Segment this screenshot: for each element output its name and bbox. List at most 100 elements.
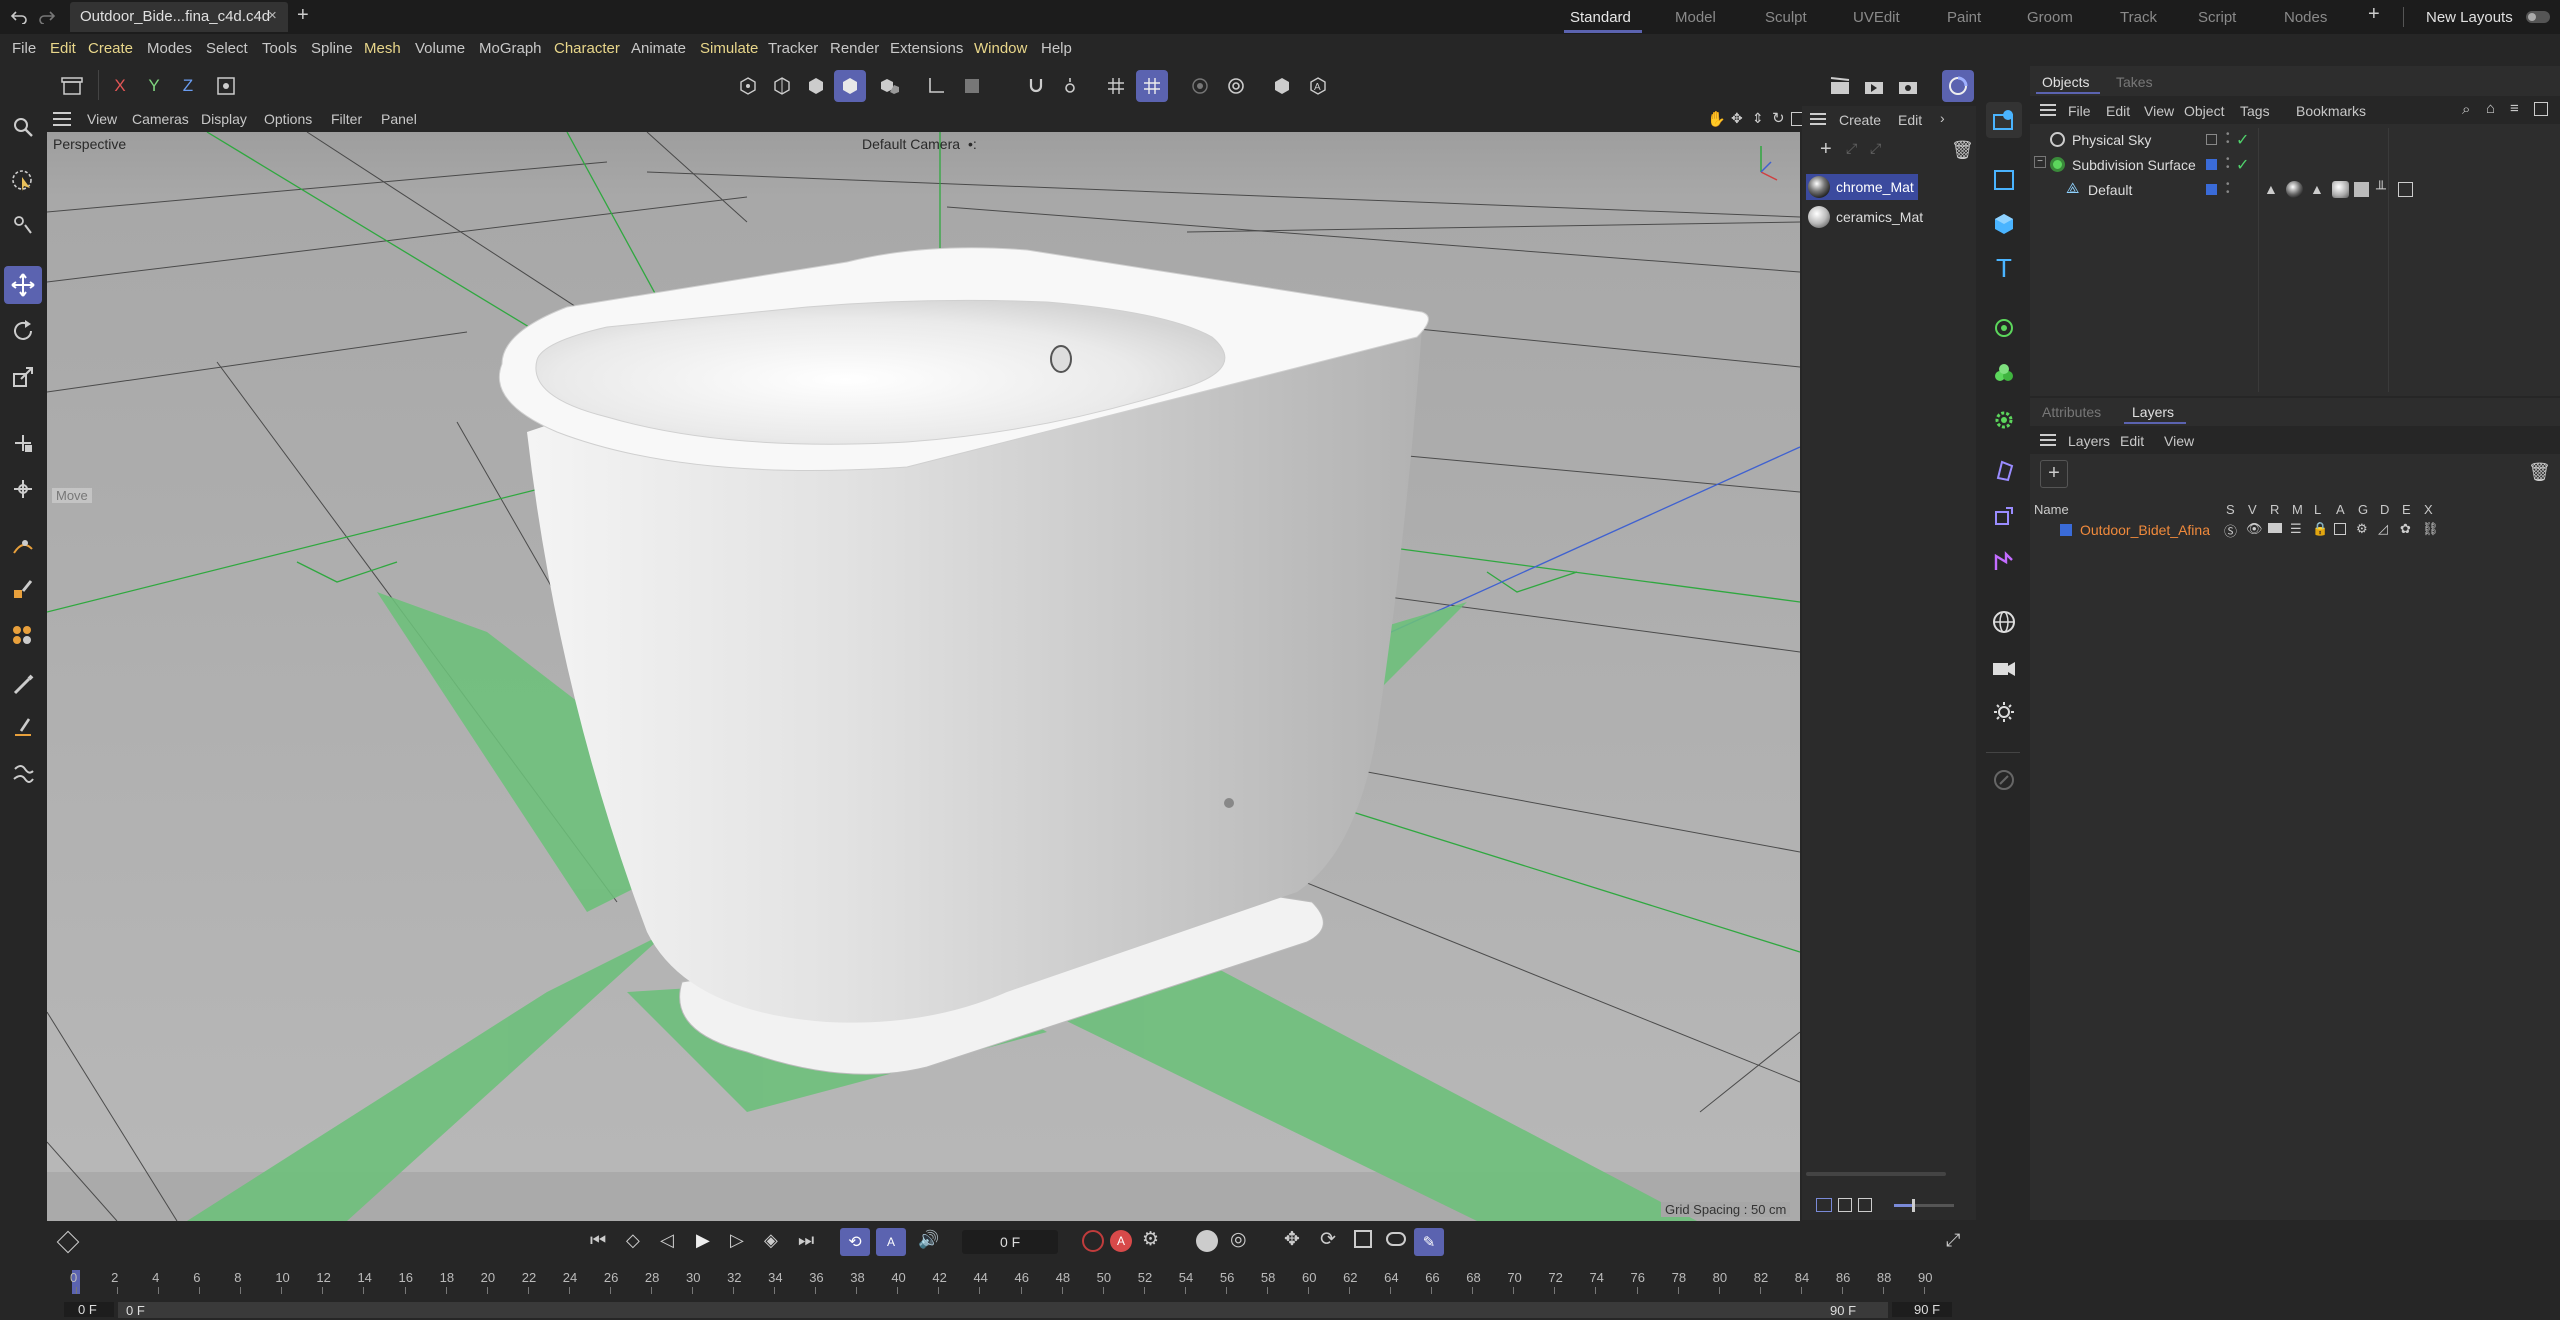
- material-scrollbar[interactable]: [1806, 1172, 1946, 1176]
- layout-tab-uvedit[interactable]: UVEdit: [1853, 9, 1900, 26]
- go-to-start-icon[interactable]: ⏮: [590, 1230, 606, 1251]
- delete-icon[interactable]: 🗑: [1951, 140, 1974, 161]
- model-mode-icon[interactable]: [834, 70, 866, 102]
- material-item-ceramics[interactable]: ceramics_Mat: [1806, 204, 1923, 230]
- text-object-icon[interactable]: T: [1986, 250, 2022, 286]
- snap-icon[interactable]: [1020, 70, 1052, 102]
- uvw-tag-icon[interactable]: ▲: [2310, 181, 2324, 197]
- object-mode-icon[interactable]: [874, 70, 906, 102]
- new-layouts-label[interactable]: New Layouts: [2426, 9, 2513, 26]
- redo-icon[interactable]: [36, 6, 58, 28]
- menu-file[interactable]: File: [12, 40, 36, 57]
- edge-tag-icon[interactable]: ╨: [2376, 180, 2386, 196]
- paint-brush-icon[interactable]: [4, 666, 42, 704]
- rotate-view-icon[interactable]: ↻: [1772, 109, 1785, 127]
- x-axis-toggle[interactable]: X: [104, 70, 136, 102]
- document-tab[interactable]: Outdoor_Bide...fina_c4d.c4d ×: [70, 2, 288, 32]
- menu-mesh[interactable]: Mesh: [364, 40, 401, 57]
- solo-layer-icon[interactable]: Ⓢ: [2224, 521, 2237, 540]
- coordinate-system-icon[interactable]: [210, 70, 242, 102]
- object-menu-bookmarks[interactable]: Bookmarks: [2296, 103, 2366, 119]
- object-menu-file[interactable]: File: [2068, 103, 2091, 119]
- range-slider[interactable]: 0 F 90 F: [118, 1302, 1888, 1318]
- tab-takes[interactable]: Takes: [2116, 74, 2153, 90]
- list-view-icon[interactable]: [1816, 1198, 1832, 1212]
- previous-key-icon[interactable]: ◇: [626, 1230, 640, 1251]
- collapse-arrow-icon[interactable]: −: [2034, 156, 2046, 168]
- layout-tab-paint[interactable]: Paint: [1947, 9, 1981, 26]
- loop-icon[interactable]: ⟲: [840, 1228, 870, 1256]
- layout-tab-track[interactable]: Track: [2120, 9, 2157, 26]
- manager-layer-icon[interactable]: ☰: [2290, 521, 2302, 537]
- visibility-dots[interactable]: • •: [2226, 155, 2230, 173]
- deformer-icon[interactable]: [1986, 452, 2022, 488]
- selection-tag-icon[interactable]: [2354, 182, 2369, 197]
- transform-tool-icon[interactable]: [4, 424, 42, 462]
- material-hamburger-icon[interactable]: [1810, 113, 1826, 125]
- viewport-menu-panel[interactable]: Panel: [381, 111, 417, 127]
- enabled-check-icon[interactable]: ✓: [2236, 130, 2249, 150]
- layout-tab-sculpt[interactable]: Sculpt: [1765, 9, 1807, 26]
- viewport-projection-label[interactable]: Perspective: [53, 136, 126, 152]
- viewport-menu-filter[interactable]: Filter: [331, 111, 362, 127]
- tweak-tool-icon[interactable]: [4, 206, 42, 244]
- next-key-icon[interactable]: ◈: [764, 1230, 778, 1251]
- viewport-camera-label[interactable]: Default Camera •:: [862, 136, 977, 152]
- z-axis-toggle[interactable]: Z: [172, 70, 204, 102]
- symmetry-icon[interactable]: [1220, 70, 1252, 102]
- menu-create[interactable]: Create: [88, 40, 133, 57]
- menu-extensions[interactable]: Extensions: [890, 40, 963, 57]
- menu-simulate[interactable]: Simulate: [700, 40, 758, 57]
- add-layout-icon[interactable]: +: [2368, 3, 2380, 26]
- spline-object-icon[interactable]: [1986, 498, 2022, 534]
- key-scale-icon[interactable]: [1354, 1230, 1372, 1248]
- expression-layer-icon[interactable]: ✿: [2400, 521, 2411, 537]
- render-view-button-icon[interactable]: [1858, 70, 1890, 102]
- menu-tracker[interactable]: Tracker: [768, 40, 818, 57]
- object-row-default[interactable]: ⟁ Default • • ▲ ▲ ╨: [2030, 178, 2560, 202]
- new-layouts-toggle[interactable]: [2526, 11, 2550, 23]
- large-view-icon[interactable]: [1858, 1198, 1872, 1212]
- record-off-icon[interactable]: [1082, 1230, 1104, 1252]
- key-pla-icon[interactable]: ✎: [1414, 1228, 1444, 1256]
- scale-tool-icon[interactable]: [4, 358, 42, 396]
- move-tool-icon[interactable]: [4, 266, 42, 304]
- menu-edit[interactable]: Edit: [50, 40, 76, 57]
- render-region-icon[interactable]: [1824, 70, 1856, 102]
- visible-layer-icon[interactable]: 👁: [2246, 521, 2263, 537]
- menu-spline[interactable]: Spline: [311, 40, 353, 57]
- menu-volume[interactable]: Volume: [415, 40, 465, 57]
- keyframe-mode-icon[interactable]: [56, 1230, 80, 1254]
- layer-menu-layers[interactable]: Layers: [2068, 433, 2110, 449]
- object-manager-icon[interactable]: [1986, 102, 2022, 138]
- expand-arrow-icon[interactable]: ›: [1940, 110, 1945, 126]
- viewport-menu-cameras[interactable]: Cameras: [132, 111, 189, 127]
- next-frame-icon[interactable]: ▷: [730, 1230, 744, 1251]
- search-icon[interactable]: ⌕: [2462, 101, 2470, 118]
- object-menu-edit[interactable]: Edit: [2106, 103, 2130, 119]
- live-selection-icon[interactable]: [4, 162, 42, 200]
- layout-tab-script[interactable]: Script: [2198, 9, 2236, 26]
- light-icon[interactable]: [1986, 694, 2022, 730]
- key-rotation-icon[interactable]: ◎: [1230, 1228, 1247, 1251]
- spline-pen-icon[interactable]: [4, 528, 42, 566]
- zoom-view-icon[interactable]: ⇕: [1752, 110, 1764, 127]
- current-frame-field[interactable]: 0 F: [962, 1230, 1058, 1254]
- sketch-tool-icon[interactable]: [4, 570, 42, 608]
- environment-icon[interactable]: [1986, 604, 2022, 640]
- key-position-icon[interactable]: [1196, 1230, 1218, 1252]
- autokey-icon[interactable]: A: [1110, 1230, 1132, 1252]
- workplane-icon[interactable]: [1100, 70, 1132, 102]
- menu-help[interactable]: Help: [1041, 40, 1072, 57]
- layer-color-swatch[interactable]: [2060, 524, 2072, 536]
- timeline-ruler[interactable]: 0 2 4 6 8 10 12 14 16 18 20 22 24 26 28 30 32 34 36 38 40 42 4…: [70, 1270, 1958, 1296]
- tab-objects[interactable]: Objects: [2042, 74, 2089, 90]
- visibility-dots[interactable]: • •: [2226, 180, 2230, 198]
- workplane-snap-icon[interactable]: [1136, 70, 1168, 102]
- tab-layers[interactable]: Layers: [2132, 404, 2174, 420]
- render-view-icon[interactable]: [56, 70, 88, 102]
- menu-select[interactable]: Select: [206, 40, 248, 57]
- layer-color-swatch[interactable]: [2206, 134, 2217, 145]
- generator-layer-icon[interactable]: ⚙: [2356, 521, 2368, 537]
- chrome-fitting[interactable]: [1050, 345, 1072, 373]
